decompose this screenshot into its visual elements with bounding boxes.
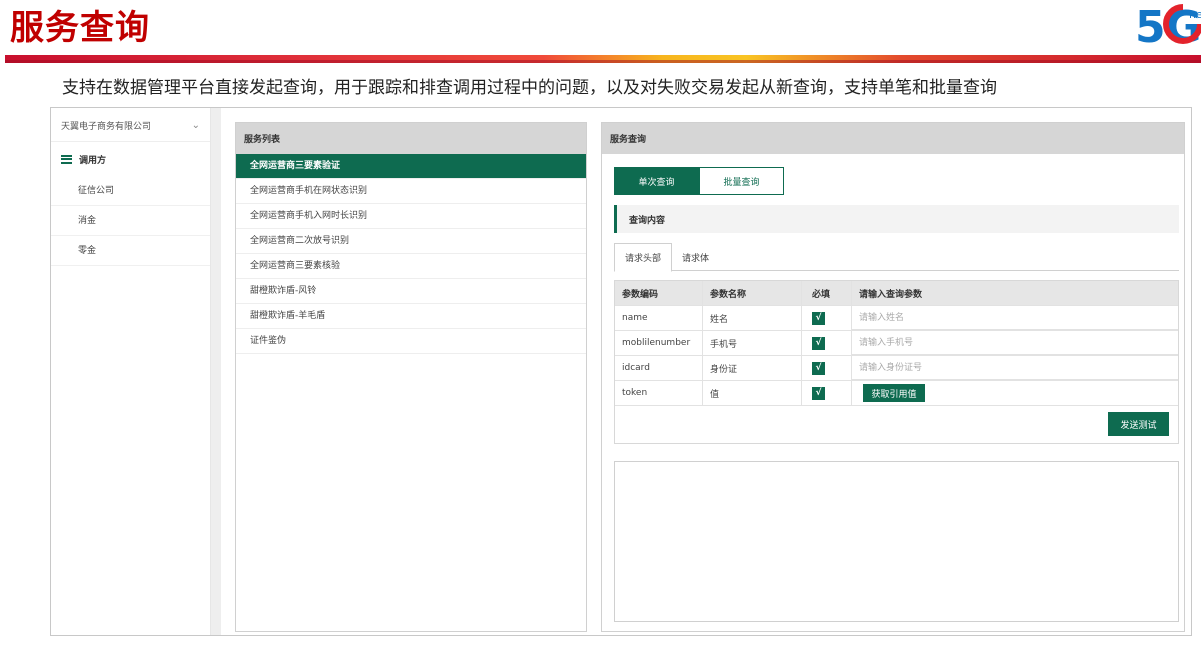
5g-logo-icon: 5G he — [1131, 0, 1201, 53]
tab-request-header[interactable]: 请求头部 — [614, 243, 673, 272]
table-row: moblilenumber 手机号 √ — [615, 331, 1178, 356]
nav-item-credit-company[interactable]: 征信公司 — [51, 176, 210, 206]
param-code: idcard — [615, 356, 703, 380]
app-frame: 天翼电子商务有限公司 ⌄ 调用方 征信公司 消金 零金 服务列表 全网运营商三要… — [50, 107, 1192, 636]
nav-item-retail-finance[interactable]: 零金 — [51, 236, 210, 266]
param-name: 身份证 — [703, 356, 802, 380]
table-row: name 姓名 √ — [615, 306, 1178, 331]
send-test-button[interactable]: 发送测试 — [1108, 412, 1169, 436]
nav-item-consumer-finance[interactable]: 消金 — [51, 206, 210, 236]
param-code: moblilenumber — [615, 331, 703, 355]
service-item[interactable]: 甜橙欺诈盾-风铃 — [236, 279, 586, 304]
nav-group-label: 调用方 — [79, 155, 107, 166]
get-reference-button[interactable]: 获取引用值 — [863, 384, 925, 402]
service-item[interactable]: 全网运营商手机入网时长识别 — [236, 204, 586, 229]
tab-batch-query[interactable]: 批量查询 — [699, 167, 784, 195]
query-panel: 服务查询 单次查询 批量查询 查询内容 请求头部 请求体 参数编码 参数名称 必… — [601, 122, 1185, 632]
param-name: 姓名 — [703, 306, 802, 330]
left-nav: 天翼电子商务有限公司 ⌄ 调用方 征信公司 消金 零金 — [51, 108, 211, 635]
response-output-area[interactable] — [614, 461, 1179, 622]
query-panel-header: 服务查询 — [602, 123, 1184, 154]
required-check-icon: √ — [812, 361, 825, 375]
slide-subtitle: 支持在数据管理平台直接发起查询，用于跟踪和排查调用过程中的问题，以及对失败交易发… — [62, 78, 997, 98]
chevron-down-icon: ⌄ — [191, 120, 200, 131]
request-tabs: 请求头部 请求体 — [614, 243, 1179, 272]
name-input[interactable] — [852, 306, 1178, 330]
nav-divider — [211, 108, 221, 635]
slide-title: 服务查询 — [10, 8, 150, 48]
table-row: token 值 √ 获取引用值 — [615, 381, 1178, 406]
company-select-value: 天翼电子商务有限公司 — [61, 122, 152, 132]
decorative-stripe — [5, 55, 1201, 63]
col-header-required: 必填 — [802, 281, 852, 305]
table-row: idcard 身份证 √ — [615, 356, 1178, 381]
query-mode-tabs: 单次查询 批量查询 — [614, 167, 784, 195]
col-header-input: 请输入查询参数 — [859, 289, 923, 300]
col-header-code: 参数编码 — [615, 281, 703, 305]
service-item[interactable]: 甜橙欺诈盾-羊毛盾 — [236, 304, 586, 329]
param-code: name — [615, 306, 703, 330]
param-name: 手机号 — [703, 331, 802, 355]
service-item[interactable]: 全网运营商三要素核验 — [236, 254, 586, 279]
service-item[interactable]: 全网运营商手机在网状态识别 — [236, 179, 586, 204]
service-item[interactable]: 全网运营商二次放号识别 — [236, 229, 586, 254]
required-check-icon: √ — [812, 336, 825, 350]
required-check-icon: √ — [812, 311, 825, 325]
service-list-header: 服务列表 — [236, 123, 586, 154]
tab-request-body[interactable]: 请求体 — [672, 243, 719, 271]
required-check-icon: √ — [812, 386, 825, 400]
col-header-name: 参数名称 — [703, 281, 802, 305]
menu-icon — [61, 154, 72, 164]
service-list-panel: 服务列表 全网运营商三要素验证 全网运营商手机在网状态识别 全网运营商手机入网时… — [235, 122, 587, 632]
company-select[interactable]: 天翼电子商务有限公司 ⌄ — [51, 110, 210, 142]
service-item[interactable]: 全网运营商三要素验证 — [236, 154, 586, 179]
param-table: 参数编码 参数名称 必填 请输入查询参数 name 姓名 √ moblilenu… — [614, 280, 1179, 444]
query-content-title: 查询内容 — [614, 205, 1179, 233]
logo-suffix: he — [1189, 8, 1201, 21]
param-name: 值 — [703, 381, 802, 405]
tab-single-query[interactable]: 单次查询 — [614, 167, 699, 195]
idcard-input[interactable] — [852, 356, 1178, 380]
mobile-input[interactable] — [852, 331, 1178, 355]
send-row: 发送测试 — [615, 406, 1178, 443]
param-code: token — [615, 381, 703, 405]
service-item[interactable]: 证件鉴伪 — [236, 329, 586, 354]
param-table-header: 参数编码 参数名称 必填 请输入查询参数 — [615, 281, 1178, 306]
nav-group-caller[interactable]: 调用方 — [51, 142, 210, 176]
